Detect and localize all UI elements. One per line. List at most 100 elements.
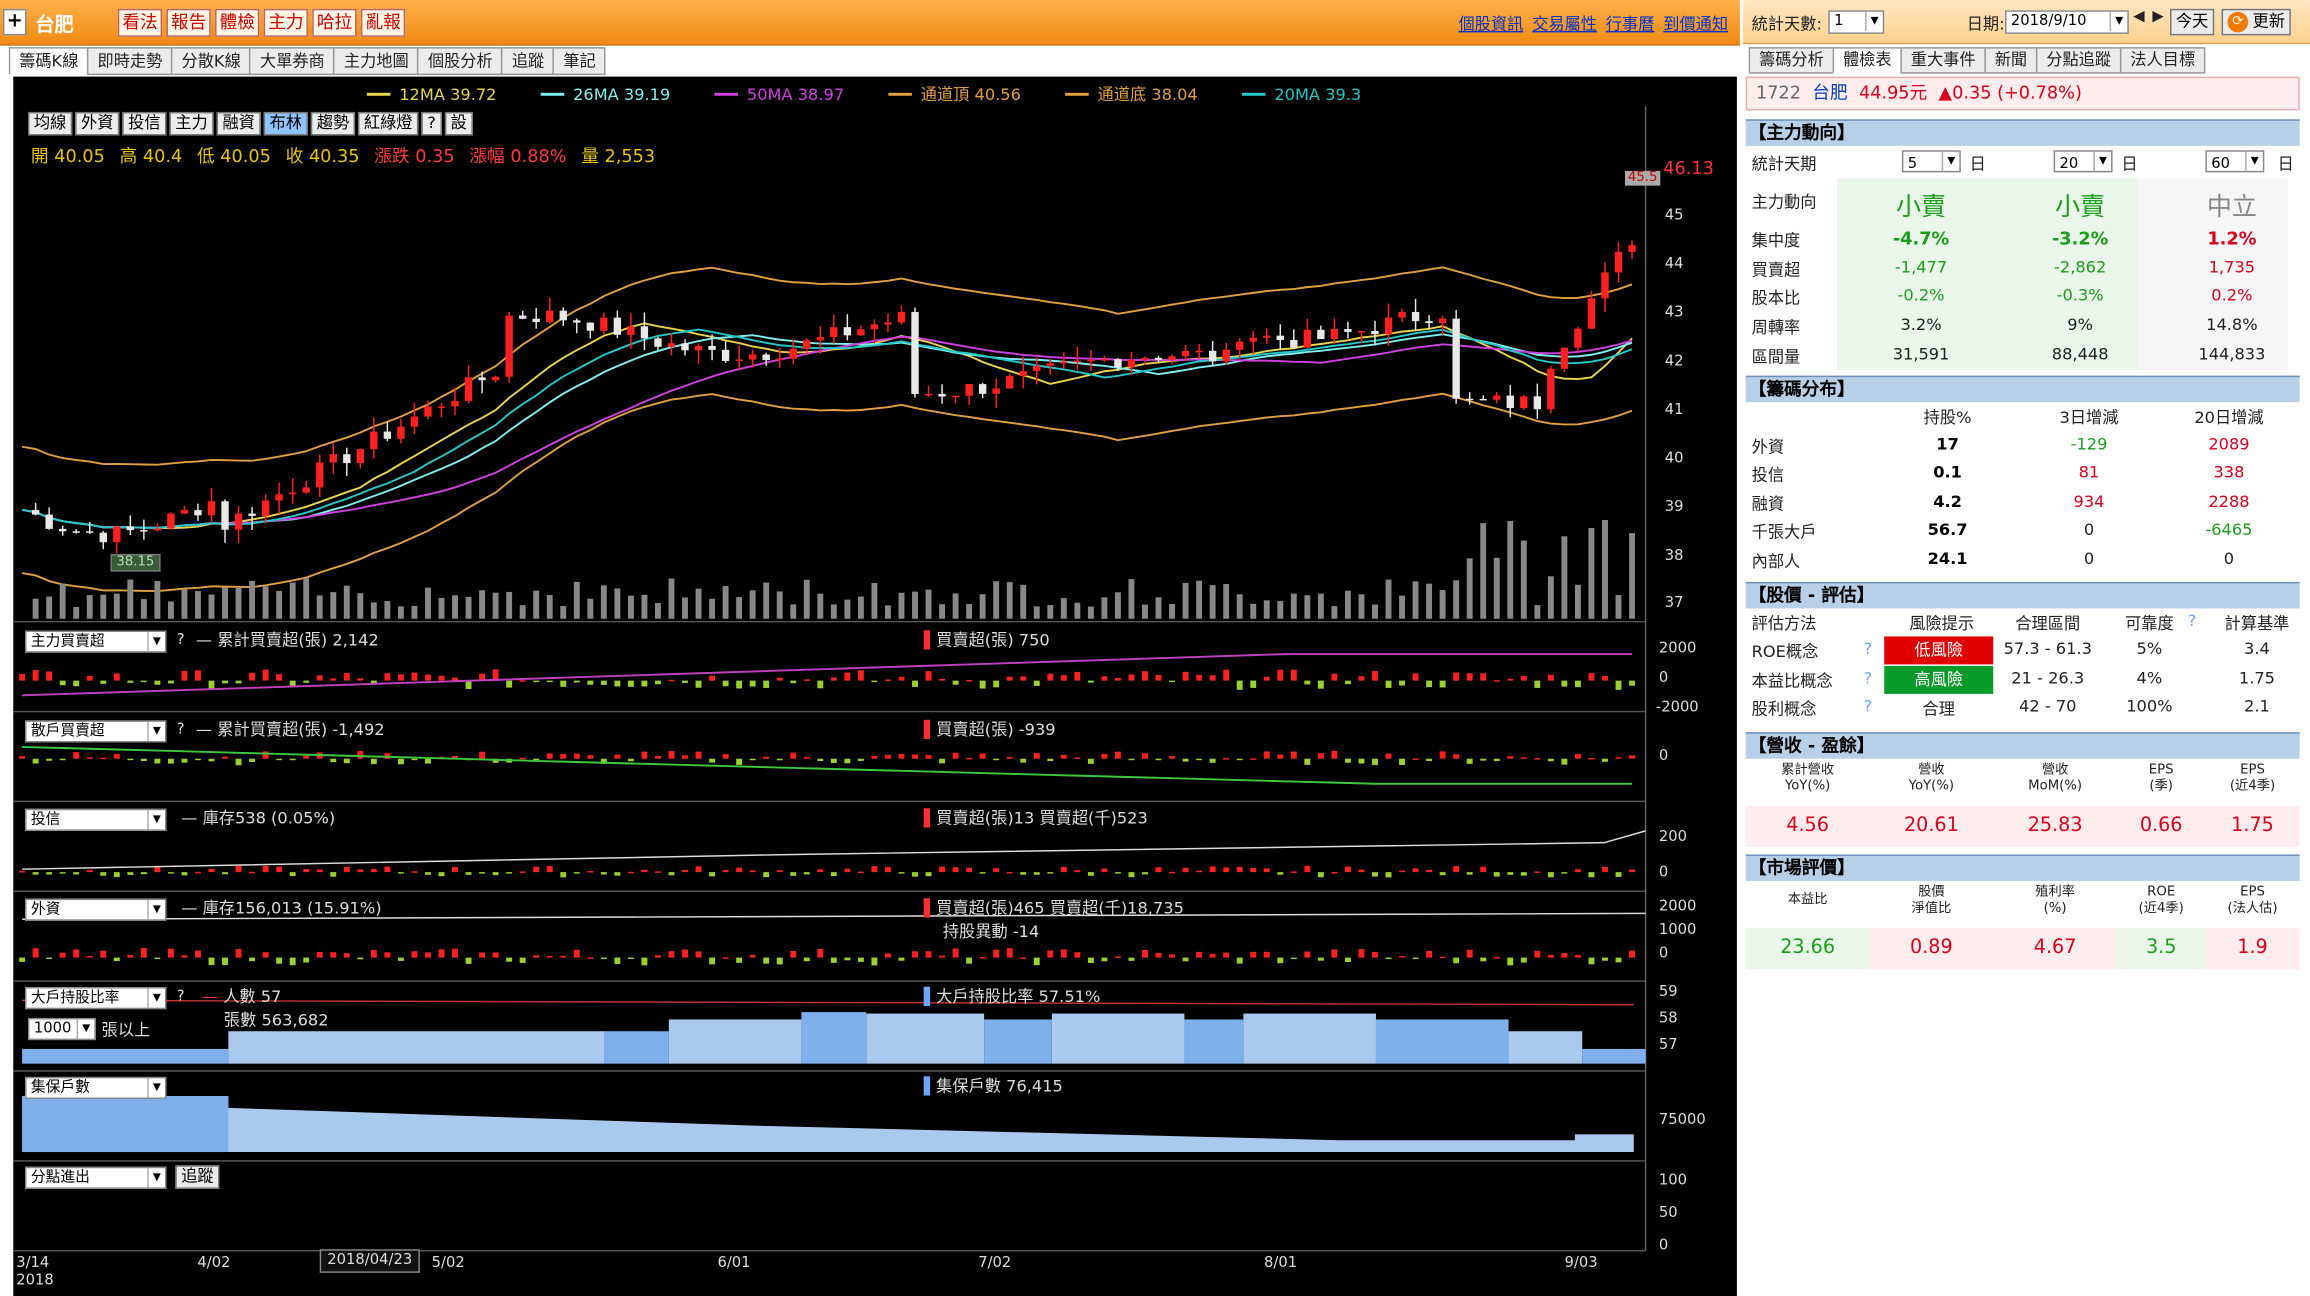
threshold-select[interactable]: 1000 ▼ — [27, 1017, 96, 1041]
retail-bar — [803, 756, 810, 759]
help-icon[interactable]: ? — [177, 632, 185, 648]
chart-canvas[interactable] — [13, 77, 1737, 1296]
help-icon[interactable]: ? — [1864, 697, 1873, 716]
foreign-button[interactable]: 外資 — [75, 111, 120, 136]
margin-button[interactable]: 融資 — [216, 111, 261, 136]
major-select[interactable]: 主力買賣超 ▼ — [25, 630, 167, 653]
foreign-bar — [803, 957, 810, 962]
bollinger-button[interactable]: 布林 — [263, 111, 308, 136]
stock-chart[interactable]: 12MA 39.72 26MA 39.19 50MA 38.97 通道頂 40.… — [13, 76, 1737, 1296]
trust-bar — [19, 871, 26, 873]
opinion-button[interactable]: 看法 — [117, 8, 163, 37]
tab-chip-analysis[interactable]: 籌碼分析 — [1748, 47, 1835, 74]
major-bar — [276, 674, 283, 681]
tab-realtime[interactable]: 即時走勢 — [87, 47, 173, 76]
tab-stock-analysis[interactable]: 個股分析 — [417, 47, 504, 76]
help-icon[interactable]: ? — [1864, 669, 1873, 688]
period-select-3[interactable]: 60 ▼ — [2205, 150, 2265, 173]
volume-bar — [303, 578, 310, 619]
candle-body — [31, 509, 40, 515]
retail-bar — [1263, 751, 1270, 759]
date-input[interactable]: 2018/9/10 ▼ — [2005, 10, 2129, 34]
trust-bar — [736, 867, 743, 873]
chat-button[interactable]: 哈拉 — [312, 8, 357, 37]
stock-info-link[interactable]: 個股資訊 — [1458, 12, 1523, 36]
foreign-bar — [627, 957, 634, 960]
help-icon[interactable]: ? — [177, 989, 185, 1005]
foreign-select[interactable]: 外資 ▼ — [25, 898, 167, 921]
major-button[interactable]: 主力 — [263, 8, 308, 37]
trust-bar — [776, 870, 783, 873]
trade-attr-link[interactable]: 交易屬性 — [1532, 12, 1597, 36]
tab-checkup[interactable]: 體檢表 — [1832, 47, 1902, 74]
volume-bar — [222, 587, 228, 619]
volume-bar — [425, 587, 431, 619]
custody-select[interactable]: 集保戶數 ▼ — [25, 1076, 167, 1100]
period-select-2[interactable]: 20 ▼ — [2053, 150, 2113, 173]
calendar-link[interactable]: 行事曆 — [1606, 12, 1655, 36]
track-button[interactable]: 追蹤 — [175, 1165, 220, 1189]
volume-bar — [1629, 533, 1635, 619]
tab-branch-track[interactable]: 分點追蹤 — [2035, 47, 2122, 74]
trust-bar — [113, 872, 120, 878]
update-button[interactable]: ⟳ 更新 — [2221, 8, 2291, 36]
help-icon[interactable]: ? — [1864, 639, 1873, 658]
major-bar — [46, 671, 53, 681]
foreign-bar — [1331, 949, 1338, 958]
tab-events[interactable]: 重大事件 — [1900, 47, 1986, 74]
tab-large-order[interactable]: 大單券商 — [249, 47, 336, 76]
price-alert-link[interactable]: 到價通知 — [1663, 12, 1728, 36]
settings-button[interactable]: 設 — [444, 111, 473, 136]
volume-bar — [587, 598, 594, 619]
major-bar — [1060, 675, 1067, 681]
tab-minute-kline[interactable]: 分散K線 — [171, 47, 252, 76]
major-force-button[interactable]: 主力 — [169, 111, 214, 136]
traffic-light-button[interactable]: 紅綠燈 — [357, 111, 419, 136]
report-button[interactable]: 報告 — [166, 8, 211, 37]
volume-bar — [817, 593, 824, 619]
major-bar — [86, 675, 93, 681]
volume-bar — [452, 595, 458, 619]
candle-body — [261, 500, 270, 516]
volume-bar — [898, 592, 905, 619]
tab-tracking[interactable]: 追蹤 — [501, 47, 555, 76]
major-bar — [1304, 680, 1311, 685]
volume-bar — [1155, 597, 1162, 619]
prev-date-icon[interactable]: ◀ — [2133, 9, 2144, 25]
today-button[interactable]: 今天 — [2170, 8, 2215, 36]
big-holder-select[interactable]: 大戶持股比率 ▼ — [25, 987, 167, 1010]
retail-bar — [844, 758, 851, 764]
next-date-icon[interactable]: ▶ — [2152, 9, 2163, 25]
foreign-bar — [587, 957, 594, 959]
mkt-v-roe: 3.5 — [2145, 936, 2177, 960]
volume-bar — [1480, 523, 1487, 619]
stat-days-select[interactable]: 1 ▼ — [1828, 10, 1885, 34]
period-select-1[interactable]: 5 ▼ — [1901, 150, 1961, 173]
tab-major-map[interactable]: 主力地圖 — [333, 47, 420, 76]
trust-bar — [993, 868, 1000, 873]
help-button[interactable]: ? — [421, 111, 442, 136]
candle-body — [1560, 347, 1569, 369]
foreign-bar — [1114, 956, 1121, 958]
checkup-button[interactable]: 體檢 — [215, 8, 260, 37]
tab-notes[interactable]: 筆記 — [553, 47, 607, 76]
ma-button[interactable]: 均線 — [27, 111, 73, 136]
tab-news[interactable]: 新聞 — [1984, 47, 2038, 74]
trust-bar — [1101, 868, 1108, 873]
add-icon[interactable]: + — [2, 8, 27, 36]
help-icon[interactable]: ? — [177, 722, 185, 738]
trust-button[interactable]: 投信 — [122, 111, 167, 136]
right-tabs: 籌碼分析 體檢表 重大事件 新聞 分點追蹤 法人目標 — [1748, 47, 2206, 74]
trend-button[interactable]: 趨勢 — [310, 111, 356, 136]
candle-body — [965, 384, 973, 396]
volume-bar — [1399, 595, 1405, 619]
branch-select[interactable]: 分點進出 ▼ — [25, 1166, 167, 1189]
tab-chip-kline[interactable]: 籌碼K線 — [8, 47, 89, 76]
trust-select[interactable]: 投信 ▼ — [25, 808, 167, 831]
rumor-button[interactable]: 亂報 — [361, 8, 406, 37]
trust-bar — [452, 867, 458, 873]
tab-inst-target[interactable]: 法人目標 — [2119, 47, 2206, 74]
retail-select[interactable]: 散戶買賣超 ▼ — [25, 720, 167, 743]
volume-bar — [140, 599, 147, 619]
foreign-bar — [939, 955, 946, 958]
